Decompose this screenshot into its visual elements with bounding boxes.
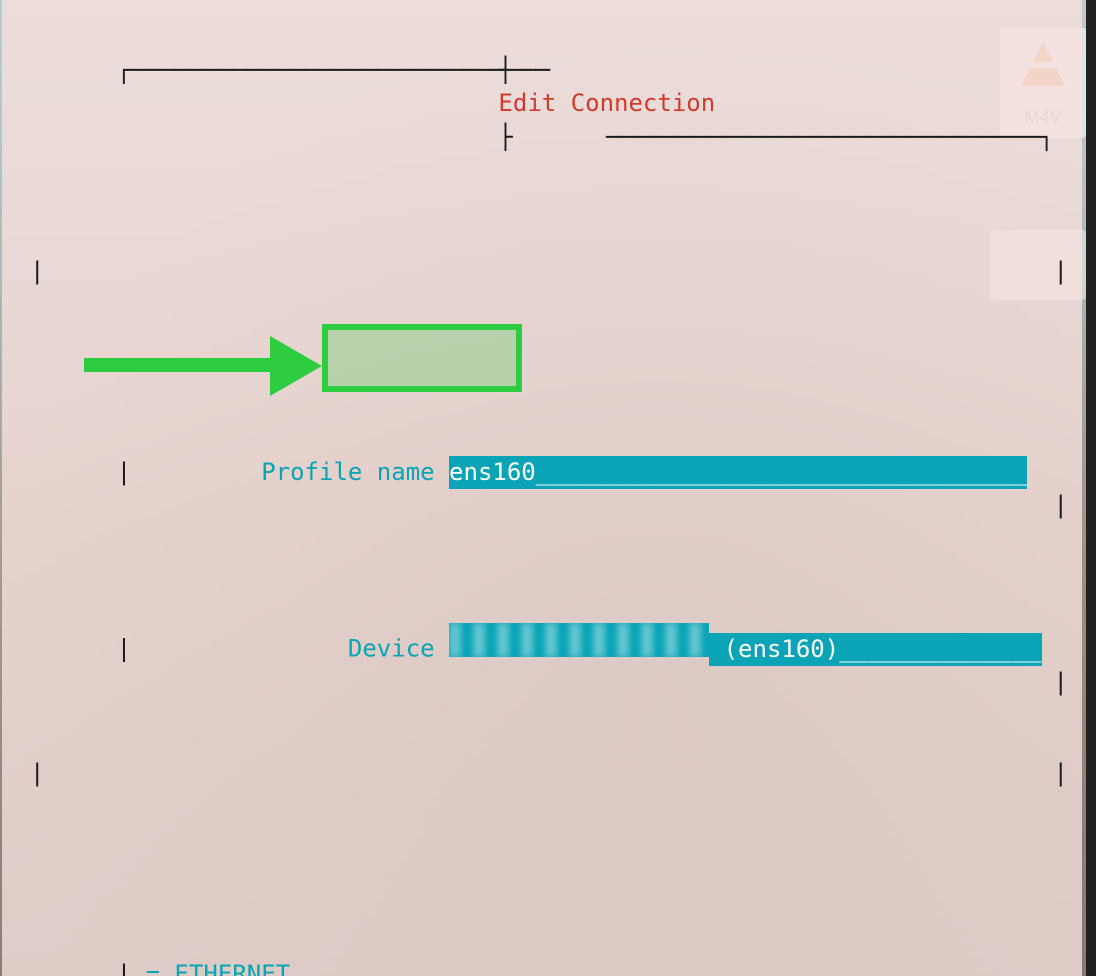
profile-name-label: Profile name	[261, 458, 434, 486]
profile-name-input[interactable]: ens160__________________________________	[449, 456, 1027, 490]
ethernet-header: ETHERNET	[175, 960, 291, 976]
device-suffix[interactable]: (ens160)______________	[709, 633, 1041, 667]
device-label: Device	[348, 635, 435, 663]
window-shadow	[1086, 0, 1096, 976]
window-title: Edit Connection	[498, 89, 715, 117]
device-mac-masked[interactable]	[449, 623, 709, 657]
nmtui-edit-window: ┌───────────────────────────── ┤ Edit Co…	[2, 0, 1082, 976]
ethernet-expander-icon: =	[146, 960, 160, 976]
